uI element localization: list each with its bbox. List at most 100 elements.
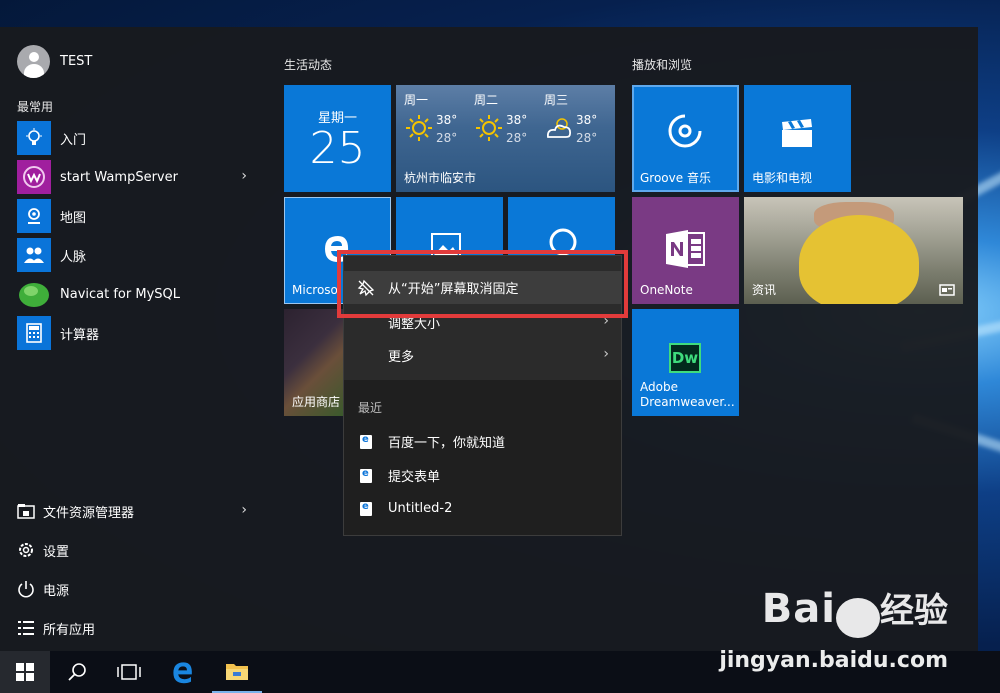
recent-label: 最近	[358, 401, 383, 415]
tile-label: Adobe Dreamweaver...	[640, 380, 735, 410]
app-maps[interactable]: 地图	[17, 199, 257, 233]
task-view-icon	[117, 664, 141, 680]
tile-label: Microso	[292, 283, 338, 297]
sun-icon	[476, 115, 502, 141]
file-explorer-item[interactable]: 文件资源管理器 ›	[17, 497, 257, 525]
news-photo	[799, 215, 919, 304]
search-icon	[68, 663, 86, 681]
menu-item-label: 提交表单	[388, 470, 441, 485]
app-label: 入门	[60, 132, 87, 148]
menu-item-label: 更多	[388, 350, 415, 365]
menu-item-label: 百度一下，你就知道	[388, 436, 506, 451]
weather-low: 28°	[436, 131, 458, 145]
tile-label: 应用商店	[292, 395, 341, 409]
cloud-icon	[546, 118, 572, 138]
power-item[interactable]: 电源	[17, 575, 257, 603]
weather-low: 28°	[576, 131, 598, 145]
list-icon	[17, 619, 35, 637]
watermark-brand: Bai	[761, 586, 836, 632]
power-icon	[17, 580, 35, 598]
start-button[interactable]	[0, 651, 50, 693]
app-label: Navicat for MySQL	[60, 286, 180, 302]
app-people[interactable]: 人脉	[17, 238, 257, 272]
tile-label: 电影和电视	[752, 171, 813, 185]
system-item-label: 文件资源管理器	[43, 505, 135, 521]
sun-icon	[406, 115, 432, 141]
lightbulb-icon	[17, 121, 51, 155]
taskbar-edge-button[interactable]	[158, 651, 208, 693]
groove-music-icon	[668, 114, 702, 148]
store-tile[interactable]: 应用商店	[284, 309, 344, 416]
news-icon	[939, 284, 955, 296]
menu-item-label: Untitled-2	[388, 501, 453, 516]
calendar-tile[interactable]: 星期一 25	[284, 85, 391, 192]
weather-day-name: 周二	[474, 93, 499, 107]
edge-page-icon	[360, 468, 372, 483]
recent-item[interactable]: 百度一下，你就知道	[344, 425, 621, 458]
calendar-date: 25	[309, 123, 366, 174]
avatar	[17, 45, 50, 78]
system-item-label: 设置	[43, 544, 70, 560]
group-header-play: 播放和浏览	[632, 58, 693, 72]
app-navicat[interactable]: Navicat for MySQL	[17, 277, 257, 311]
app-label: start WampServer	[60, 169, 178, 185]
highlight-annotation-box	[337, 250, 628, 318]
app-get-started[interactable]: 入门	[17, 121, 257, 155]
weather-high: 38°	[506, 113, 528, 127]
user-name: TEST	[60, 54, 93, 69]
chevron-right-icon[interactable]: ›	[241, 168, 247, 184]
dreamweaver-icon: Dw	[669, 343, 701, 373]
weather-city: 杭州市临安市	[404, 171, 477, 185]
user-account[interactable]: TEST	[17, 45, 92, 78]
more-item[interactable]: 更多 ›	[344, 339, 621, 372]
folder-icon	[226, 664, 248, 680]
task-view-button[interactable]	[104, 651, 154, 693]
app-label: 计算器	[60, 327, 100, 343]
recent-item[interactable]: 提交表单	[344, 459, 621, 492]
news-tile[interactable]: 资讯	[744, 197, 963, 304]
onenote-icon	[666, 230, 705, 268]
baidu-watermark: Bai 经验	[762, 583, 948, 638]
edge-icon	[173, 662, 192, 684]
navicat-icon	[17, 277, 51, 311]
chevron-right-icon[interactable]: ›	[241, 502, 247, 518]
tile-label: Groove 音乐	[640, 171, 711, 185]
clapperboard-icon	[782, 119, 812, 147]
weather-day-name: 周一	[404, 93, 429, 107]
start-left-pane: TEST 最常用 入门 start WampServer › 地图 人脉 Nav…	[0, 27, 268, 651]
settings-item[interactable]: 设置	[17, 536, 257, 564]
gear-icon	[17, 541, 35, 559]
app-wampserver[interactable]: start WampServer ›	[17, 160, 257, 194]
folder-icon	[17, 502, 35, 520]
weather-tile[interactable]: 周一 38° 28° 周二 38° 28° 周三 38° 28° 杭州市临安市	[396, 85, 615, 192]
system-item-label: 电源	[43, 583, 70, 599]
edge-page-icon	[360, 434, 372, 449]
tile-label-line: Adobe	[640, 380, 678, 394]
tile-label-line: Dreamweaver...	[640, 395, 735, 409]
people-icon	[17, 238, 51, 272]
app-label: 地图	[60, 210, 87, 226]
calculator-icon	[17, 316, 51, 350]
app-label: 人脉	[60, 249, 87, 265]
onenote-tile[interactable]: OneNote	[632, 197, 739, 304]
all-apps-item[interactable]: 所有应用	[17, 614, 257, 642]
dreamweaver-tile[interactable]: Dw Adobe Dreamweaver...	[632, 309, 739, 416]
paw-icon	[836, 597, 880, 638]
weather-low: 28°	[506, 131, 528, 145]
wampserver-icon	[17, 160, 51, 194]
weather-high: 38°	[576, 113, 598, 127]
most-used-label: 最常用	[17, 100, 54, 114]
tile-label: OneNote	[640, 283, 693, 297]
map-icon	[17, 199, 51, 233]
windows-logo-icon	[16, 663, 34, 681]
groove-tile[interactable]: Groove 音乐	[632, 85, 739, 192]
search-button[interactable]	[52, 651, 102, 693]
movies-tv-tile[interactable]: 电影和电视	[744, 85, 851, 192]
chevron-right-icon: ›	[603, 346, 609, 362]
edge-page-icon	[360, 501, 372, 516]
recent-item[interactable]: Untitled-2	[344, 492, 621, 525]
taskbar-file-explorer-button[interactable]	[212, 651, 262, 693]
app-calculator[interactable]: 计算器	[17, 316, 257, 350]
weather-day-name: 周三	[544, 93, 569, 107]
watermark-url: jingyan.baidu.com	[719, 648, 948, 673]
